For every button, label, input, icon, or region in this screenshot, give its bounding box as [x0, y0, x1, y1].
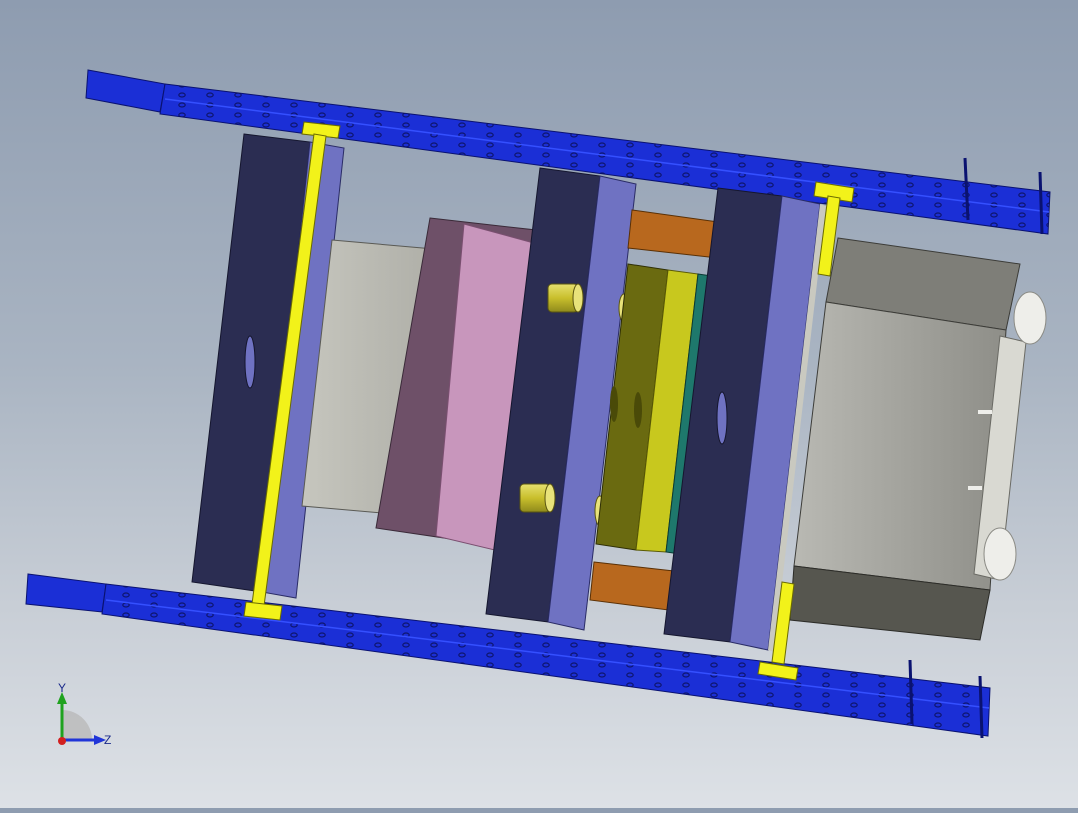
injection-unit-cabinet[interactable] [789, 237, 1047, 641]
cad-viewport[interactable] [0, 0, 1078, 808]
mold-assembly-model[interactable] [0, 0, 1078, 808]
y-axis-label: Y [58, 681, 66, 695]
triad-plane [62, 710, 92, 740]
axis-triad: Y Z [40, 680, 130, 760]
x-axis-dot [58, 737, 66, 745]
z-axis-label: Z [104, 733, 111, 747]
